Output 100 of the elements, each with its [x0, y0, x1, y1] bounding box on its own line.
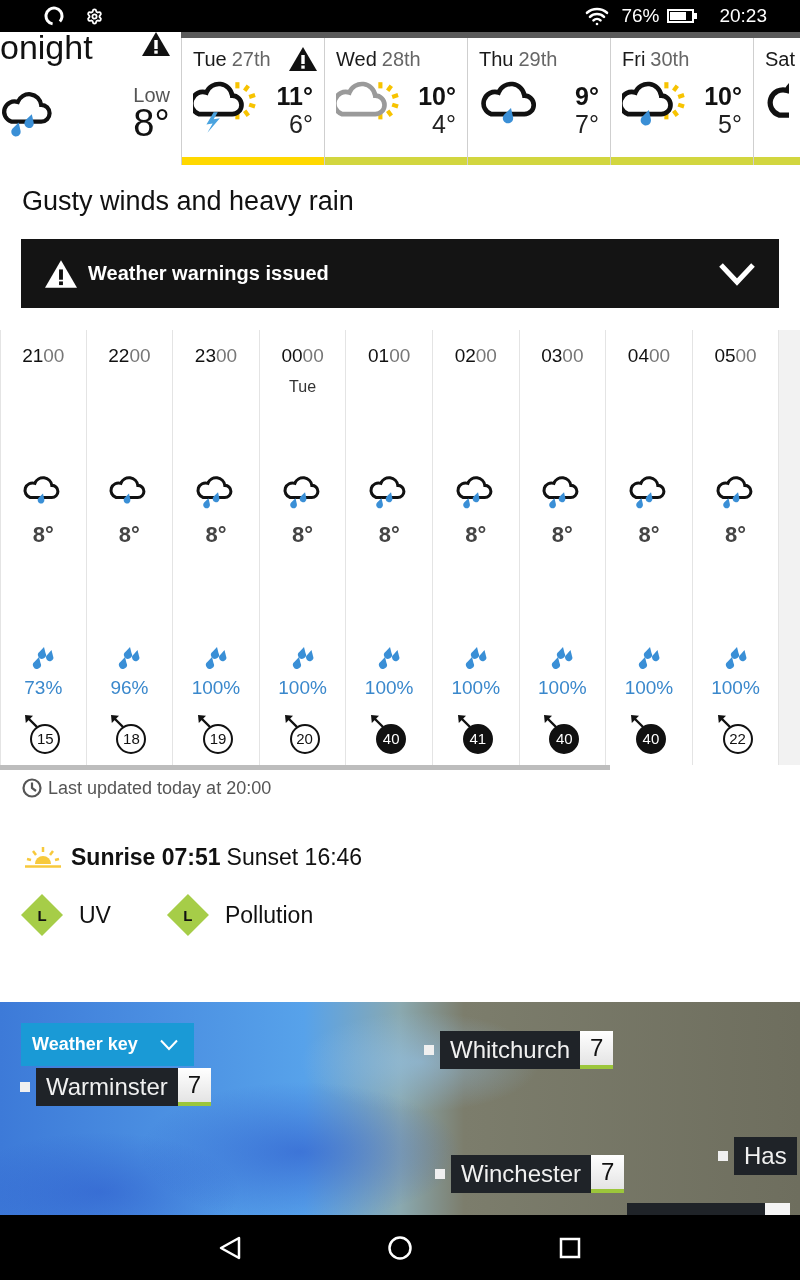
temperature: 8°: [465, 522, 487, 548]
wind-speed: 15: [30, 724, 61, 754]
wind-speed: 22: [722, 724, 753, 754]
hour-label: 0200: [454, 345, 497, 367]
sunrise-icon: [25, 846, 61, 868]
temperature-badge: 7: [591, 1155, 625, 1193]
index-label: Pollution: [224, 901, 314, 929]
place-marker: [435, 1169, 445, 1179]
temperature: 8°: [118, 522, 140, 548]
place-marker: [20, 1082, 30, 1092]
wind-speed: 20: [289, 724, 320, 754]
home-button[interactable]: [388, 1235, 412, 1260]
raindrops-icon: [463, 647, 488, 669]
arrow-icon: [111, 715, 125, 728]
last-updated: Last updated today at 20:00: [48, 778, 272, 798]
hour-label: 0000: [281, 345, 324, 367]
low-temperature: 5°: [718, 111, 742, 137]
low-label: Low: [133, 85, 170, 105]
high-temperature: 10°: [418, 83, 456, 109]
arrow-icon: [371, 715, 385, 728]
day-tab[interactable]: Thu 29th 9° 7°: [467, 38, 610, 165]
hour-label: 0400: [627, 345, 671, 367]
temperature: 8°: [551, 522, 573, 548]
rating-badge: L: [166, 894, 209, 936]
place-name: Whitchurch: [440, 1031, 581, 1069]
high-temperature: 9°: [575, 83, 599, 109]
rain-chance: 100%: [278, 677, 327, 699]
low-temperature: 8°: [133, 105, 170, 141]
wind-speed: 40: [549, 724, 580, 754]
low-temperature: 6°: [289, 111, 313, 137]
wind-speed: 19: [203, 724, 233, 754]
forecast-summary: Gusty winds and heavy rain: [22, 185, 355, 217]
clock-time: 20:23: [719, 5, 767, 27]
arrow-icon: [25, 715, 39, 728]
wind-speed: 18: [116, 724, 147, 754]
high-temperature: 11°: [276, 83, 313, 109]
day-label: Tue: [289, 377, 317, 397]
low-temperature: 7°: [575, 111, 599, 137]
rain-chance: 100%: [624, 677, 674, 699]
rain-chance: 73%: [24, 677, 63, 699]
place-name: Winchester: [451, 1155, 592, 1193]
place-name: Warminster: [36, 1068, 178, 1106]
raindrops-icon: [290, 647, 315, 669]
rating-badge: L: [21, 894, 63, 936]
recent-apps-button[interactable]: [558, 1235, 582, 1260]
temperature: 8°: [205, 522, 227, 548]
day-name: Thu 29th: [479, 47, 558, 71]
hour-label: 2300: [194, 345, 238, 367]
raindrops-icon: [636, 647, 661, 669]
hour-label: 2100: [22, 345, 65, 367]
warnings-banner[interactable]: Weather warnings issued: [21, 239, 779, 308]
hour-label: 0500: [714, 345, 757, 367]
hour-label: 0100: [368, 345, 411, 367]
arrow-icon: [284, 715, 298, 728]
arrow-icon: [544, 715, 558, 728]
rain-chance: 100%: [538, 677, 587, 699]
day-tab[interactable]: Wed 28th 10° 4°: [324, 38, 467, 165]
settings-icon: [86, 7, 103, 25]
rain-chance: 100%: [191, 677, 241, 699]
rain-chance: 100%: [364, 677, 414, 699]
raindrops-icon: [204, 647, 228, 669]
temperature: 8°: [32, 522, 54, 548]
place-name: Has: [734, 1137, 797, 1175]
day-tab[interactable]: Sat: [753, 38, 800, 165]
raindrops-icon: [117, 647, 142, 669]
chevron-icon: [160, 1038, 178, 1051]
sunrise-time: Sunrise 07:51: [71, 843, 221, 871]
day-name: Wed 28th: [336, 47, 421, 71]
day-name: Sat: [765, 47, 796, 71]
day-tab[interactable]: Fri 30th 10° 5°: [610, 38, 753, 165]
temperature-badge: 7: [177, 1068, 212, 1106]
wind-speed: 40: [376, 724, 407, 754]
sunset-time: Sunset 16:46: [226, 843, 363, 871]
raindrops-icon: [377, 647, 402, 669]
temperature-badge: 7: [580, 1031, 614, 1069]
day-tab[interactable]: Tue 27th 11° 6°: [181, 38, 324, 165]
temperature: 8°: [378, 522, 400, 548]
arrow-icon: [457, 715, 471, 728]
warning-icon: [45, 259, 77, 288]
ring-icon: [44, 6, 64, 26]
hour-label: 2200: [108, 345, 151, 367]
rain-chance: 100%: [711, 677, 760, 699]
battery-level: 76%: [621, 5, 660, 27]
wind-speed: 40: [635, 724, 666, 754]
arrow-icon: [717, 715, 731, 728]
temperature: 8°: [725, 522, 747, 548]
battery-icon: [667, 9, 698, 23]
temperature: 8°: [638, 522, 660, 548]
rain-chance: 100%: [451, 677, 501, 699]
arrow-icon: [198, 715, 211, 728]
back-button[interactable]: [218, 1235, 242, 1260]
high-temperature: 10°: [704, 83, 742, 109]
index-label: UV: [79, 901, 111, 929]
day-tab[interactable]: onight Low 8°: [0, 32, 181, 165]
arrow-icon: [630, 715, 644, 728]
clock-icon: [22, 778, 42, 798]
temperature: 8°: [292, 522, 314, 548]
day-name: Tue 27th: [193, 47, 271, 71]
rain-chance: 96%: [110, 677, 149, 699]
raindrops-icon: [31, 647, 56, 669]
